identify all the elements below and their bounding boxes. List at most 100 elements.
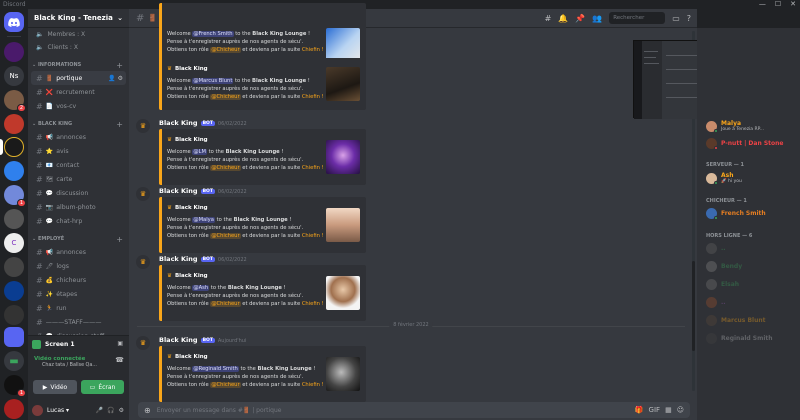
inbox-icon[interactable]: ▭ [672,14,680,23]
member-item[interactable]: Bendy [706,261,742,272]
bot-avatar[interactable]: ♛ [136,119,150,133]
avatar-thumbnail[interactable] [326,67,360,101]
channel-carte[interactable]: # 🗺 carte [31,172,126,186]
channel-annonces-employe[interactable]: # 📢 annonces [31,245,126,259]
screen-button[interactable]: ▭ Écran [81,380,124,394]
close-icon[interactable]: ✕ [790,0,796,8]
server-icon[interactable] [4,257,24,277]
user-mention[interactable]: @Ash [192,285,210,291]
gift-icon[interactable]: 🎁 [635,406,644,414]
server-icon[interactable]: 1 [4,375,26,397]
avatar-thumbnail[interactable] [326,208,360,242]
member-item[interactable]: Marcus Blunt [706,315,766,326]
stat-clients[interactable]: 🔈 Clients : X [28,41,129,54]
channel-avis[interactable]: # ⭐ avis [31,144,126,158]
category-black-king[interactable]: ⌄ BLACK KING + [28,118,129,130]
member-item[interactable]: Malya Joue à Tenezia RP... [706,120,764,133]
member-item[interactable]: .. [706,243,726,254]
role-mention[interactable]: @Chicheur [210,233,241,239]
category-employe[interactable]: ⌄ EMPLOYÉ + [28,233,129,245]
stat-members[interactable]: 🔈 Membres : X [28,28,129,41]
channel-album-photo[interactable]: # 📷 album-photo [31,200,126,214]
role-mention[interactable]: @Chicheur [210,165,241,171]
bot-avatar[interactable]: ♛ [136,187,150,201]
server-icon[interactable] [4,399,24,419]
screen-share-row[interactable]: Screen 1 [32,340,75,349]
member-item[interactable]: Ash 🚀 hi you [706,172,742,185]
scrollbar-thumb[interactable] [692,261,695,351]
emoji-icon[interactable]: ☺ [677,406,684,414]
avatar-thumbnail[interactable] [326,140,360,174]
voice-channel-label[interactable]: Chaz tata / Ballse Qa... [42,363,97,368]
category-informations[interactable]: ⌄ INFORMATIONS + [28,59,129,71]
member-item[interactable]: French Smith [706,208,766,220]
avatar-thumbnail[interactable] [326,276,360,310]
headphones-icon[interactable]: 🎧 [107,407,114,414]
avatar-thumbnail[interactable] [326,357,360,391]
video-button[interactable]: ▶ Vidéo [33,380,77,394]
channel-vos-cv[interactable]: # 📄 vos-cv [31,99,126,113]
add-channel-icon[interactable]: + [116,120,123,129]
server-icon[interactable] [4,161,24,181]
minimize-icon[interactable]: — [759,0,766,8]
author-name[interactable]: Black King [159,187,198,195]
settings-gear-icon[interactable]: 👤 ⚙ [108,75,123,82]
channel-portique[interactable]: # 🚪 portique 👤 ⚙ [31,71,126,85]
server-icon[interactable] [4,114,24,134]
guild-header[interactable]: Black King - Tenezia ⌄ [28,9,129,28]
avatar-thumbnail[interactable] [326,28,360,62]
member-item[interactable]: P-nutt | Dan Stone [706,138,783,150]
channel-run[interactable]: # 🏃 run [31,301,126,315]
server-icon[interactable] [4,42,24,62]
role-mention[interactable]: @Chicheur [210,382,241,388]
server-icon-black-king[interactable] [4,137,24,157]
bot-avatar[interactable]: ♛ [136,255,150,269]
threads-icon[interactable]: # [545,14,552,23]
user-mention[interactable]: @Marcus Blunt [192,78,234,84]
user-mention[interactable]: @LM [192,149,207,155]
username[interactable]: Lucas ▾ [47,407,69,414]
channel-logs[interactable]: # 🖊 logs [31,259,126,273]
member-item[interactable]: Reginald Smith [706,333,773,344]
folder-icon[interactable]: ▬ [4,351,24,371]
add-channel-icon[interactable]: + [116,61,123,70]
role-mention[interactable]: @Chicheur [210,47,241,53]
gear-icon[interactable]: ⚙ [119,407,124,414]
add-attachment-icon[interactable]: ⊕ [144,406,151,415]
author-name[interactable]: Black King [159,255,198,263]
role-mention[interactable]: @Chicheur [210,94,241,100]
role-mention[interactable]: @Chicheur [210,301,241,307]
server-icon[interactable] [4,305,24,325]
user-mention[interactable]: @Malya [192,217,215,223]
channel-etapes[interactable]: # ✨ étapes [31,287,126,301]
server-icon[interactable] [4,281,24,301]
channel-recrutement[interactable]: # ❌ recrutement [31,85,126,99]
message-input[interactable]: ⊕ Envoyer un message dans #🚪 | portique … [138,402,690,418]
popout-icon[interactable]: ▣ [117,340,123,347]
mic-icon[interactable]: 🎤 [96,407,103,414]
channel-chat-hrp[interactable]: # 💬 chat-hrp [31,214,126,228]
add-channel-icon[interactable]: + [116,235,123,244]
server-icon[interactable] [4,209,24,229]
avatar[interactable] [32,405,43,416]
bot-avatar[interactable]: ♛ [136,336,150,350]
author-name[interactable]: Black King [159,119,198,127]
channel-chicheurs[interactable]: # 💰 chicheurs [31,273,126,287]
sticker-icon[interactable]: ▦ [665,406,672,414]
gif-icon[interactable]: GIF [649,406,661,414]
pin-icon[interactable]: 📌 [575,14,585,23]
member-item[interactable]: Elsah [706,279,739,290]
author-name[interactable]: Black King [159,336,198,344]
bell-icon[interactable]: 🔔 [558,14,568,23]
user-mention[interactable]: @Reginald Smith [192,366,239,372]
channel-annonces[interactable]: # 📢 annonces [31,130,126,144]
server-icon[interactable]: C [4,233,24,253]
user-mention[interactable]: @French Smith [192,31,234,37]
help-icon[interactable]: ? [687,14,691,23]
maximize-icon[interactable]: ☐ [775,0,781,8]
server-icon[interactable]: 2 [4,90,26,112]
channel-discussion[interactable]: # 💬 discussion [31,186,126,200]
members-icon[interactable]: 👥 [592,14,602,23]
search-input[interactable]: Rechercher [609,12,666,24]
disconnect-icon[interactable]: ☎ [115,356,124,364]
